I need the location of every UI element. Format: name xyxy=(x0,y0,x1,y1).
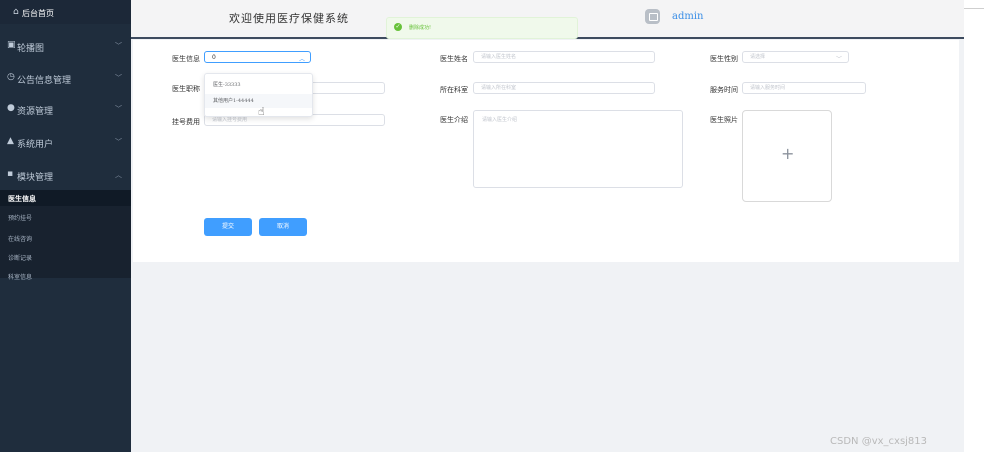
sidebar-item-label: 公告信息管理 xyxy=(17,76,72,86)
success-toast: ✓ 删除成功! xyxy=(386,17,578,39)
plus-icon: + xyxy=(781,144,795,163)
sidebar-item-label: 系统用户 xyxy=(17,140,54,150)
sidebar-home[interactable]: ⌂ 后台首页 xyxy=(0,0,131,24)
department-label: 所在科室 xyxy=(440,86,468,94)
sidebar-item-modules[interactable]: ▪ 模块管理 ︿ xyxy=(0,160,131,190)
doctor-info-select[interactable]: 0 xyxy=(204,51,311,63)
doctor-info-label: 医生信息 xyxy=(172,55,200,63)
chevron-down-icon: ﹀ xyxy=(836,56,843,63)
sidebar-item-carousel[interactable]: ▣ 轮播图 ﹀ xyxy=(0,31,131,61)
avatar[interactable] xyxy=(645,9,660,24)
clock-icon: ◷ xyxy=(7,72,15,82)
intro-textarea[interactable]: 请输入医生介绍 xyxy=(473,110,683,188)
user-name[interactable]: admin xyxy=(672,11,703,22)
bottom-gap xyxy=(131,452,964,461)
sidebar-home-label: 后台首页 xyxy=(22,9,54,18)
gender-select[interactable]: 请选择 xyxy=(742,51,849,63)
sidebar-subitem-appointment[interactable]: 预约挂号 xyxy=(8,213,32,222)
chevron-down-icon: ﹀ xyxy=(115,138,122,146)
chevron-up-icon: ︿ xyxy=(115,171,122,179)
fee-placeholder: 请输入挂号费用 xyxy=(212,117,248,123)
sidebar-item-label: 资源管理 xyxy=(17,107,54,117)
doctor-name-input[interactable]: 请输入医生姓名 xyxy=(473,51,655,63)
home-icon: ⌂ xyxy=(13,7,19,17)
chevron-down-icon: ﹀ xyxy=(115,74,122,82)
dropdown-option[interactable]: 医生-33333 xyxy=(205,78,312,92)
submit-button[interactable]: 提交 xyxy=(204,218,252,236)
sidebar-subitem-doctor-info[interactable]: 医生信息 xyxy=(8,194,36,204)
page-title: 欢迎使用医疗保健系统 xyxy=(229,12,349,25)
toast-message: 删除成功! xyxy=(409,25,432,31)
doctor-info-value: 0 xyxy=(212,54,216,61)
sidebar-subitem-department[interactable]: 科室信息 xyxy=(8,272,32,281)
sidebar-item-system-users[interactable]: ▲ 系统用户 ﹀ xyxy=(0,127,131,157)
sidebar-subitem-diagnosis[interactable]: 诊断记录 xyxy=(8,253,32,262)
intro-placeholder: 请输入医生介绍 xyxy=(482,117,518,123)
doctor-name-label: 医生姓名 xyxy=(440,55,468,63)
service-time-input[interactable]: 请输入服务时间 xyxy=(742,82,866,94)
location-icon: ● xyxy=(7,103,15,113)
grid-icon: ▪ xyxy=(7,169,14,179)
service-time-placeholder: 请输入服务时间 xyxy=(750,85,786,91)
photo-upload[interactable]: + xyxy=(742,110,832,202)
department-placeholder: 请输入所在科室 xyxy=(481,85,517,91)
divider xyxy=(964,8,984,9)
chevron-up-icon: ︿ xyxy=(299,56,306,63)
service-time-label: 服务时间 xyxy=(710,86,738,94)
right-margin xyxy=(964,0,984,461)
gender-placeholder: 请选择 xyxy=(750,54,766,60)
gender-label: 医生性别 xyxy=(710,55,738,63)
doctor-name-placeholder: 请输入医生姓名 xyxy=(481,54,517,60)
user-icon: ▲ xyxy=(7,136,14,146)
doctor-title-label: 医生职称 xyxy=(172,85,200,93)
sidebar-subitem-consult[interactable]: 在线咨询 xyxy=(8,234,32,243)
photo-label: 医生照片 xyxy=(710,116,738,124)
sidebar: ⌂ 后台首页 ▣ 轮播图 ﹀ ◷ 公告信息管理 ﹀ ● 资源管理 ﹀ ▲ 系统用… xyxy=(0,0,131,452)
fee-label: 挂号费用 xyxy=(172,118,200,126)
intro-label: 医生介绍 xyxy=(440,116,468,124)
sidebar-item-resources[interactable]: ● 资源管理 ﹀ xyxy=(0,94,131,124)
sidebar-item-label: 模块管理 xyxy=(17,173,54,183)
cancel-button[interactable]: 取消 xyxy=(259,218,307,236)
check-circle-icon: ✓ xyxy=(394,23,402,31)
sidebar-item-label: 轮播图 xyxy=(17,44,45,54)
chevron-down-icon: ﹀ xyxy=(115,42,122,50)
sidebar-item-notice[interactable]: ◷ 公告信息管理 ﹀ xyxy=(0,63,131,93)
watermark: CSDN @vx_cxsj813 xyxy=(830,436,928,447)
department-input[interactable]: 请输入所在科室 xyxy=(473,82,655,94)
image-icon: ▣ xyxy=(7,40,16,50)
chevron-down-icon: ﹀ xyxy=(115,105,122,113)
hand-cursor-icon: ☝ xyxy=(258,105,265,118)
